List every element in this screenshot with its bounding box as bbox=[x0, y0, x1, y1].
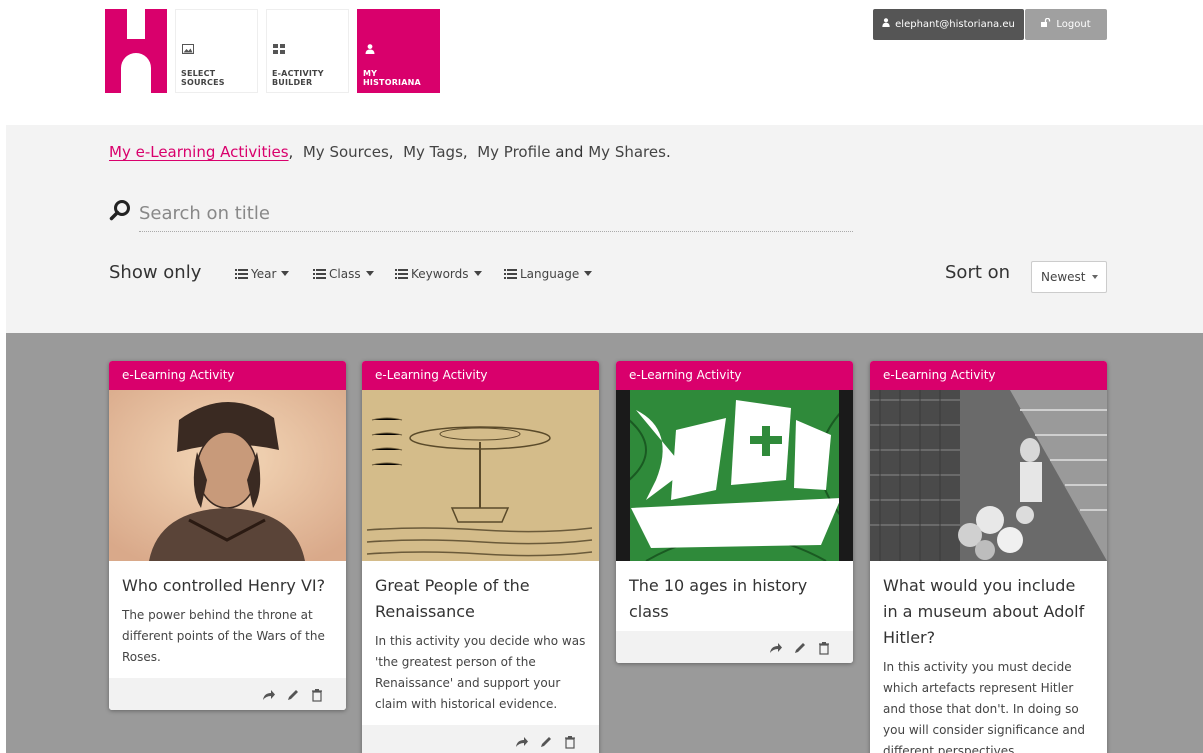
list-icon bbox=[313, 269, 326, 279]
list-icon bbox=[235, 269, 248, 279]
chevron-down-icon bbox=[473, 271, 482, 276]
language-filter-dropdown[interactable]: Language bbox=[504, 267, 593, 281]
image-icon bbox=[182, 44, 194, 54]
keywords-filter-dropdown[interactable]: Keywords bbox=[395, 267, 482, 281]
nav-my-profile[interactable]: My Profile bbox=[477, 143, 550, 161]
nav-my-e-learning-activities[interactable]: My e-Learning Activities bbox=[109, 143, 289, 161]
edit-icon[interactable] bbox=[286, 687, 300, 701]
activity-thumbnail bbox=[362, 390, 599, 561]
activity-thumbnail bbox=[870, 390, 1107, 561]
activity-thumbnail bbox=[616, 390, 853, 561]
activity-type-badge: e-Learning Activity bbox=[616, 361, 853, 390]
activity-description: In this activity you decide who was 'the… bbox=[375, 634, 586, 711]
activity-description: In this activity you must decide which a… bbox=[883, 660, 1086, 753]
activity-card[interactable]: e-Learning Activity What would you inclu… bbox=[870, 361, 1107, 753]
chevron-down-icon bbox=[281, 271, 290, 276]
search-icon bbox=[109, 200, 130, 221]
card-actions bbox=[616, 631, 853, 663]
activity-card[interactable]: e-Learning Activity Great People of the … bbox=[362, 361, 599, 753]
chevron-down-icon bbox=[1091, 275, 1098, 279]
activity-type-badge: e-Learning Activity bbox=[109, 361, 346, 390]
logo-keyhole bbox=[121, 53, 151, 93]
select-sources-tile[interactable]: SELECT SOURCES bbox=[175, 9, 258, 93]
e-activity-builder-label: E-ACTIVITY BUILDER bbox=[272, 69, 324, 87]
logout-button[interactable]: Logout bbox=[1025, 9, 1107, 40]
my-historiana-tile[interactable]: MY HISTORIANA bbox=[357, 9, 440, 93]
nav-my-tags[interactable]: My Tags bbox=[403, 143, 463, 161]
activity-type-badge: e-Learning Activity bbox=[870, 361, 1107, 390]
user-icon bbox=[365, 44, 375, 54]
trash-icon[interactable] bbox=[817, 640, 831, 655]
nav-my-sources[interactable]: My Sources bbox=[303, 143, 389, 161]
edit-icon[interactable] bbox=[793, 640, 807, 654]
user-account-button[interactable]: elephant@historiana.eu bbox=[873, 9, 1024, 40]
share-icon[interactable] bbox=[769, 640, 783, 654]
nav-my-shares[interactable]: My Shares bbox=[588, 143, 666, 161]
activity-type-badge: e-Learning Activity bbox=[362, 361, 599, 390]
unlock-icon bbox=[1041, 18, 1051, 27]
chevron-down-icon bbox=[365, 271, 374, 276]
activity-title[interactable]: Who controlled Henry VI? bbox=[109, 561, 346, 599]
grid-icon bbox=[273, 44, 285, 54]
activity-title[interactable]: What would you include in a museum about… bbox=[870, 561, 1107, 651]
user-icon bbox=[882, 18, 890, 27]
activity-card[interactable]: e-Learning Activity Who controlled Henry… bbox=[109, 361, 346, 710]
show-only-label: Show only bbox=[109, 262, 202, 283]
year-filter-dropdown[interactable]: Year bbox=[235, 267, 290, 281]
select-sources-label: SELECT SOURCES bbox=[181, 69, 225, 87]
edit-icon[interactable] bbox=[539, 734, 553, 748]
share-icon[interactable] bbox=[262, 687, 276, 701]
user-email: elephant@historiana.eu bbox=[895, 19, 1015, 30]
share-icon[interactable] bbox=[515, 734, 529, 748]
activity-thumbnail bbox=[109, 390, 346, 561]
my-historiana-label: MY HISTORIANA bbox=[363, 69, 421, 87]
activity-grid: e-Learning Activity Who controlled Henry… bbox=[6, 333, 1203, 753]
logo-notch bbox=[127, 9, 145, 39]
activity-title[interactable]: Great People of the Renaissance bbox=[362, 561, 599, 625]
trash-icon[interactable] bbox=[310, 687, 324, 702]
card-actions bbox=[109, 678, 346, 710]
sort-select[interactable]: Newest bbox=[1031, 261, 1107, 293]
card-actions bbox=[362, 725, 599, 753]
logout-label: Logout bbox=[1056, 19, 1091, 30]
chevron-down-icon bbox=[584, 271, 593, 276]
nav-connector: and bbox=[555, 143, 584, 161]
list-icon bbox=[504, 269, 517, 279]
list-icon bbox=[395, 269, 408, 279]
activity-title[interactable]: The 10 ages in history class bbox=[616, 561, 853, 625]
sort-on-label: Sort on bbox=[945, 262, 1011, 283]
search-title-input[interactable] bbox=[139, 196, 853, 232]
historiana-logo[interactable] bbox=[105, 9, 167, 93]
header: SELECT SOURCES E-ACTIVITY BUILDER MY HIS… bbox=[0, 0, 1203, 125]
trash-icon[interactable] bbox=[563, 734, 577, 749]
my-historiana-nav: My e-Learning Activities, My Sources, My… bbox=[109, 143, 671, 161]
activity-description: The power behind the throne at different… bbox=[122, 608, 325, 664]
filter-panel: My e-Learning Activities, My Sources, My… bbox=[6, 125, 1203, 333]
class-filter-dropdown[interactable]: Class bbox=[313, 267, 374, 281]
activity-card[interactable]: e-Learning Activity The 10 ages in histo… bbox=[616, 361, 853, 663]
e-activity-builder-tile[interactable]: E-ACTIVITY BUILDER bbox=[266, 9, 349, 93]
